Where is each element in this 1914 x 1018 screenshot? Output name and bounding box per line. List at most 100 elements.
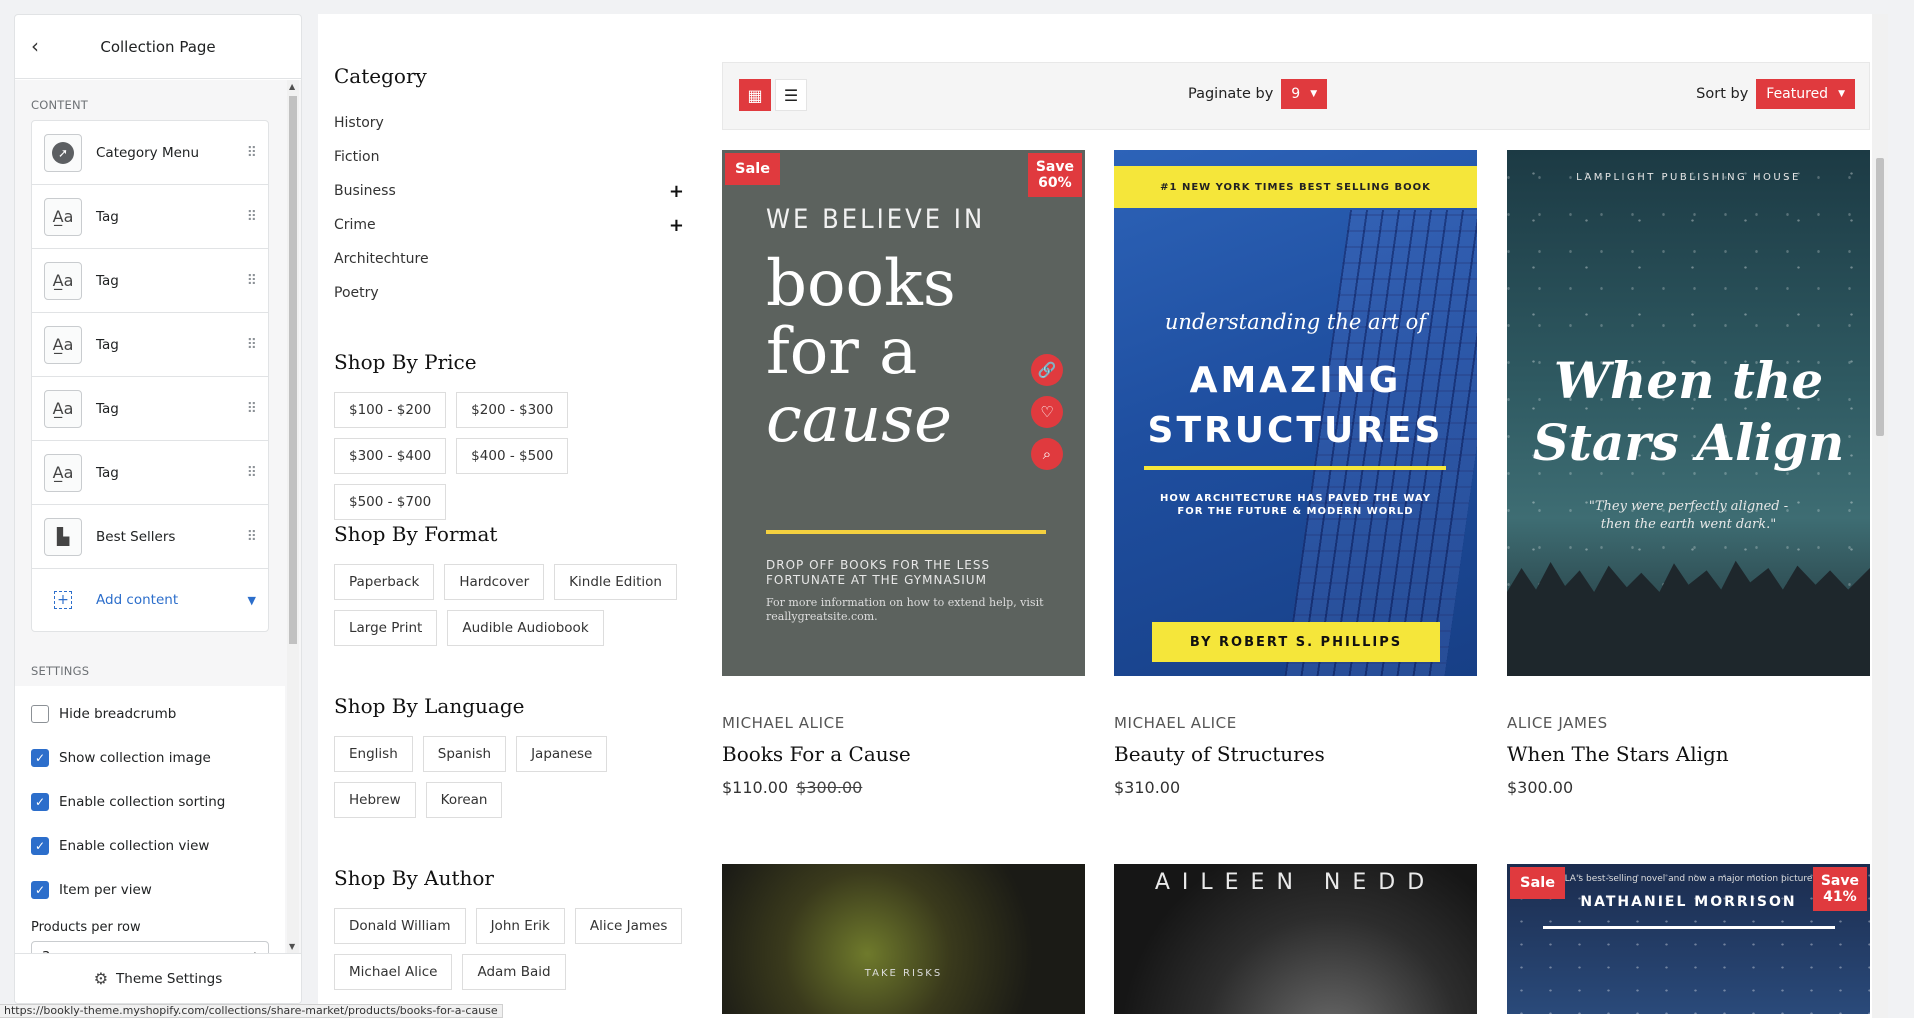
product-title[interactable]: Books For a Cause: [722, 742, 1085, 766]
author-filter-chips: Donald William John Erik Alice James Mic…: [334, 908, 694, 1000]
price-chip[interactable]: $300 - $400: [334, 438, 447, 474]
product-image[interactable]: WE BELIEVE IN books for a cause DROP OFF…: [722, 150, 1085, 676]
drag-handle-icon[interactable]: ⠿: [247, 337, 257, 353]
theme-settings-button[interactable]: ⚙ Theme Settings: [15, 953, 301, 1003]
expand-plus-icon[interactable]: +: [669, 215, 684, 236]
preview-scrollbar[interactable]: [1872, 14, 1888, 1018]
grid-view-icon[interactable]: ▦: [739, 79, 771, 111]
checkbox-checked[interactable]: ✓: [31, 837, 49, 855]
author-chip[interactable]: Alice James: [574, 908, 683, 944]
product-image[interactable]: LAMPLIGHT PUBLISHING HOUSE When the Star…: [1507, 150, 1870, 676]
setting-item-per-view[interactable]: ✓ Item per view: [15, 868, 285, 912]
block-item-tag[interactable]: A̲a Tag ⠿: [32, 185, 268, 249]
format-chip[interactable]: Audible Audiobook: [447, 610, 604, 646]
category-item[interactable]: Crime +: [334, 208, 684, 242]
add-block-icon: +: [44, 581, 82, 619]
price-chip[interactable]: $100 - $200: [334, 392, 447, 428]
category-item[interactable]: Fiction: [334, 140, 684, 174]
cover-divider: [766, 530, 1046, 534]
checkbox-checked[interactable]: ✓: [31, 881, 49, 899]
drag-handle-icon[interactable]: ⠿: [247, 145, 257, 161]
search-icon[interactable]: ⌕: [1031, 438, 1063, 470]
setting-label: Show collection image: [59, 750, 211, 766]
price-chip[interactable]: $400 - $500: [456, 438, 569, 474]
block-item-best-sellers[interactable]: ▙ Best Sellers ⠿: [32, 505, 268, 569]
scroll-up-icon[interactable]: ▲: [289, 82, 295, 91]
format-chip[interactable]: Large Print: [334, 610, 438, 646]
text-format-icon: A̲a: [44, 453, 82, 492]
author-chip[interactable]: Michael Alice: [334, 954, 453, 990]
checkbox-unchecked[interactable]: [31, 705, 49, 723]
category-item[interactable]: Business +: [334, 174, 684, 208]
setting-enable-collection-sorting[interactable]: ✓ Enable collection sorting: [15, 780, 285, 824]
category-item[interactable]: Architechture: [334, 242, 684, 276]
category-item[interactable]: History: [334, 106, 684, 140]
checkbox-checked[interactable]: ✓: [31, 749, 49, 767]
author-chip[interactable]: Adam Baid: [462, 954, 566, 990]
block-item-tag[interactable]: A̲a Tag ⠿: [32, 249, 268, 313]
scrollbar-thumb[interactable]: [1876, 158, 1884, 436]
cover-text: #1 NEW YORK TIMES BEST SELLING BOOK: [1114, 166, 1477, 208]
product-image[interactable]: LA's best-selling novel and now a major …: [1507, 864, 1870, 1014]
price-chip[interactable]: $200 - $300: [456, 392, 569, 428]
link-icon[interactable]: 🔗: [1031, 354, 1063, 386]
product-image[interactable]: #1 NEW YORK TIMES BEST SELLING BOOK unde…: [1114, 150, 1477, 676]
product-card[interactable]: TAKE RISKS: [722, 864, 1085, 1014]
drag-handle-icon[interactable]: ⠿: [247, 209, 257, 225]
price-chip[interactable]: $500 - $700: [334, 484, 447, 520]
setting-show-collection-image[interactable]: ✓ Show collection image: [15, 736, 285, 780]
scrollbar-thumb[interactable]: [289, 96, 297, 644]
language-chip[interactable]: Hebrew: [334, 782, 416, 818]
language-chip[interactable]: English: [334, 736, 413, 772]
cover-text: for a: [766, 315, 918, 389]
language-chip[interactable]: Korean: [425, 782, 503, 818]
product-image[interactable]: TAKE RISKS: [722, 864, 1085, 1014]
paginate-select[interactable]: 9 ▼: [1281, 79, 1328, 109]
product-vendor[interactable]: MICHAEL ALICE: [1114, 714, 1477, 732]
product-vendor[interactable]: ALICE JAMES: [1507, 714, 1870, 732]
format-filter-chips: Paperback Hardcover Kindle Edition Large…: [334, 564, 694, 656]
product-card[interactable]: LAMPLIGHT PUBLISHING HOUSE When the Star…: [1507, 150, 1870, 797]
product-card[interactable]: LA's best-selling novel and now a major …: [1507, 864, 1870, 1014]
language-chip[interactable]: Spanish: [422, 736, 507, 772]
checkbox-checked[interactable]: ✓: [31, 793, 49, 811]
category-item[interactable]: Poetry: [334, 276, 684, 310]
product-card[interactable]: AILEEN NEDD: [1114, 864, 1477, 1014]
author-chip[interactable]: John Erik: [475, 908, 565, 944]
sale-price: $300.00: [1507, 778, 1574, 797]
scroll-down-icon[interactable]: ▼: [289, 942, 295, 951]
back-arrow-icon[interactable]: ‹: [31, 36, 51, 57]
add-content-button[interactable]: + Add content ▼: [32, 569, 268, 631]
drag-handle-icon[interactable]: ⠿: [247, 401, 257, 417]
block-item-category-menu[interactable]: ➚ Category Menu ⠿: [32, 121, 268, 185]
setting-hide-breadcrumb[interactable]: Hide breadcrumb: [15, 692, 285, 736]
sort-select[interactable]: Featured ▼: [1756, 79, 1855, 109]
product-card[interactable]: WE BELIEVE IN books for a cause DROP OFF…: [722, 150, 1085, 797]
format-chip[interactable]: Kindle Edition: [554, 564, 677, 600]
drag-handle-icon[interactable]: ⠿: [247, 273, 257, 289]
product-vendor[interactable]: MICHAEL ALICE: [722, 714, 1085, 732]
format-chip[interactable]: Paperback: [334, 564, 435, 600]
heart-icon[interactable]: ♡: [1031, 396, 1063, 428]
product-title[interactable]: When The Stars Align: [1507, 742, 1870, 766]
list-view-icon[interactable]: ☰: [775, 79, 807, 111]
block-item-tag[interactable]: A̲a Tag ⠿: [32, 313, 268, 377]
product-title[interactable]: Beauty of Structures: [1114, 742, 1477, 766]
language-filter-chips: English Spanish Japanese Hebrew Korean: [334, 736, 694, 828]
format-chip[interactable]: Hardcover: [444, 564, 545, 600]
cover-text: WE BELIEVE IN: [766, 204, 986, 235]
block-item-tag[interactable]: A̲a Tag ⠿: [32, 377, 268, 441]
language-filter-title: Shop By Language: [334, 694, 525, 718]
setting-enable-collection-view[interactable]: ✓ Enable collection view: [15, 824, 285, 868]
cover-text: cause: [766, 383, 952, 457]
language-chip[interactable]: Japanese: [516, 736, 608, 772]
block-item-tag[interactable]: A̲a Tag ⠿: [32, 441, 268, 505]
product-image[interactable]: AILEEN NEDD: [1114, 864, 1477, 1014]
expand-plus-icon[interactable]: +: [669, 181, 684, 202]
editor-scrollbar[interactable]: ▲ ▼: [287, 80, 299, 953]
drag-handle-icon[interactable]: ⠿: [247, 465, 257, 481]
drag-handle-icon[interactable]: ⠿: [247, 529, 257, 545]
product-card[interactable]: #1 NEW YORK TIMES BEST SELLING BOOK unde…: [1114, 150, 1477, 797]
products-per-row-stepper[interactable]: 3 ▲: [31, 941, 269, 953]
author-chip[interactable]: Donald William: [334, 908, 466, 944]
